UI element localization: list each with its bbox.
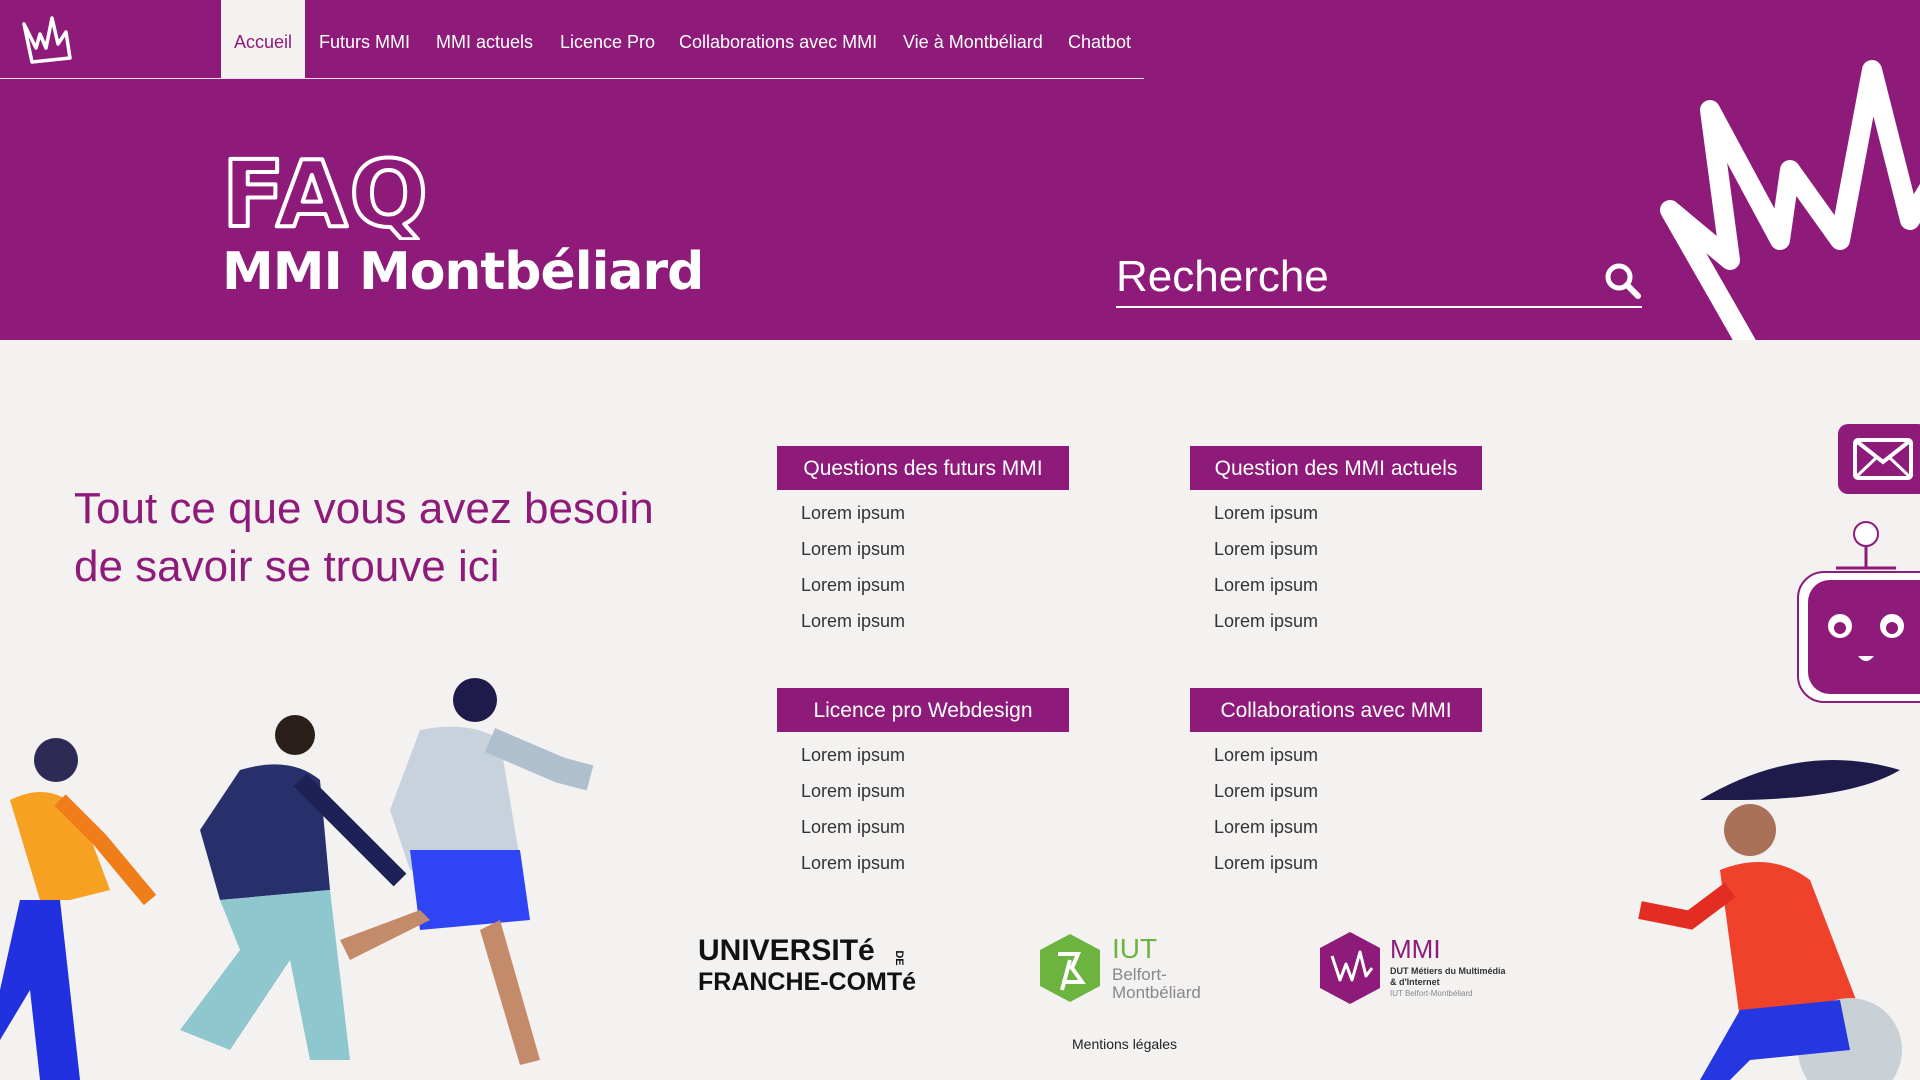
faq-link[interactable]: Lorem ipsum: [801, 490, 1069, 526]
svg-text:UNIVERSITé: UNIVERSITé: [698, 934, 875, 967]
faq-link[interactable]: Lorem ipsum: [1214, 598, 1482, 634]
category-collaborations: Collaborations avec MMI Lorem ipsum Lore…: [1190, 688, 1482, 876]
category-futurs-mmi: Questions des futurs MMI Lorem ipsum Lor…: [777, 446, 1069, 634]
faq-link[interactable]: Lorem ipsum: [1214, 490, 1482, 526]
faq-link[interactable]: Lorem ipsum: [1214, 732, 1482, 768]
svg-text:FAQ: FAQ: [222, 148, 430, 240]
contact-mail-button[interactable]: [1838, 424, 1920, 494]
people-walking-illustration: [0, 678, 594, 1080]
category-licence-pro: Licence pro Webdesign Lorem ipsum Lorem …: [777, 688, 1069, 876]
search-bar: [1116, 250, 1642, 308]
faq-link[interactable]: Lorem ipsum: [1214, 768, 1482, 804]
nav-item-vie-montbeliard[interactable]: Vie à Montbéliard: [903, 0, 1043, 78]
faq-link[interactable]: Lorem ipsum: [801, 768, 1069, 804]
svg-text:& d'Internet: & d'Internet: [1390, 977, 1440, 987]
mmi-logo[interactable]: MMI DUT Métiers du Multimédia & d'Intern…: [1316, 930, 1516, 1015]
svg-text:DUT Métiers du Multimédia: DUT Métiers du Multimédia: [1390, 966, 1507, 976]
iut-logo[interactable]: IUT Belfort- Montbéliard: [1038, 930, 1218, 1015]
svg-text:Montbéliard: Montbéliard: [1112, 983, 1201, 1002]
category-title[interactable]: Questions des futurs MMI: [777, 446, 1069, 490]
nav-item-mmi-actuels[interactable]: MMI actuels: [436, 0, 533, 78]
svg-text:Belfort-: Belfort-: [1112, 965, 1167, 984]
svg-text:FRANCHE-COMTé: FRANCHE-COMTé: [698, 968, 916, 996]
category-title[interactable]: Licence pro Webdesign: [777, 688, 1069, 732]
faq-link[interactable]: Lorem ipsum: [1214, 804, 1482, 840]
page-subtitle: MMI Montbéliard: [222, 242, 704, 302]
faq-link[interactable]: Lorem ipsum: [801, 526, 1069, 562]
faq-title: FAQ: [220, 148, 430, 240]
svg-text:IUT: IUT: [1112, 933, 1157, 964]
nav-item-accueil[interactable]: Accueil: [221, 0, 305, 78]
hero-banner: Accueil Futurs MMI MMI actuels Licence P…: [0, 0, 1920, 340]
tagline: Tout ce que vous avez besoin de savoir s…: [74, 484, 654, 591]
category-title[interactable]: Collaborations avec MMI: [1190, 688, 1482, 732]
faq-link[interactable]: Lorem ipsum: [1214, 526, 1482, 562]
faq-link[interactable]: Lorem ipsum: [801, 598, 1069, 634]
faq-link[interactable]: Lorem ipsum: [801, 840, 1069, 876]
category-mmi-actuels: Question des MMI actuels Lorem ipsum Lor…: [1190, 446, 1482, 634]
mail-icon: [1853, 438, 1913, 480]
faq-link[interactable]: Lorem ipsum: [801, 804, 1069, 840]
legal-notice-link[interactable]: Mentions légales: [1072, 1036, 1177, 1052]
svg-text:IUT Belfort-Montbéliard: IUT Belfort-Montbéliard: [1390, 989, 1473, 998]
person-illustration: [1638, 760, 1902, 1080]
crown-decoration-icon: [1660, 60, 1920, 340]
main-navigation: Accueil Futurs MMI MMI actuels Licence P…: [0, 0, 1144, 79]
search-icon[interactable]: [1602, 260, 1642, 300]
nav-item-futurs-mmi[interactable]: Futurs MMI: [319, 0, 410, 78]
category-title[interactable]: Question des MMI actuels: [1190, 446, 1482, 490]
svg-text:DE: DE: [893, 950, 905, 965]
faq-link[interactable]: Lorem ipsum: [1214, 562, 1482, 598]
svg-text:MMI: MMI: [1390, 934, 1441, 964]
faq-link[interactable]: Lorem ipsum: [801, 732, 1069, 768]
faq-link[interactable]: Lorem ipsum: [1214, 840, 1482, 876]
chatbot-icon[interactable]: [1796, 518, 1920, 708]
nav-item-chatbot[interactable]: Chatbot: [1068, 0, 1131, 78]
ufc-logo[interactable]: UNIVERSITé DE FRANCHE-COMTé: [696, 930, 916, 1009]
search-input[interactable]: [1116, 250, 1576, 304]
nav-item-licence-pro[interactable]: Licence Pro: [560, 0, 655, 78]
faq-link[interactable]: Lorem ipsum: [801, 562, 1069, 598]
nav-item-collaborations[interactable]: Collaborations avec MMI: [679, 0, 877, 78]
